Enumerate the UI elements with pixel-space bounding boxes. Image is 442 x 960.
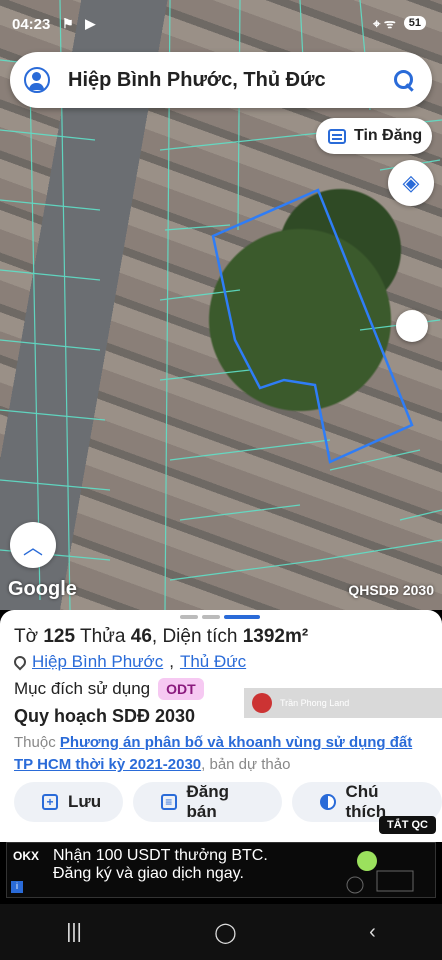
close-ad-button[interactable]: TẮT QC	[379, 816, 436, 834]
purpose-badge: ODT	[158, 678, 204, 700]
notification-icons: ⚑ ▶	[62, 16, 100, 31]
ad-graphic	[346, 851, 414, 894]
ad-line-2: Đăng ký và giao dịch ngay.	[53, 865, 244, 882]
wifi-location-icon: ⌖ ᯤ	[372, 16, 396, 31]
system-nav-bar: ||| ◯ ‹	[0, 904, 442, 960]
tin-dang-button[interactable]: Tin Đăng	[316, 118, 432, 154]
land-purpose: Mục đích sử dụng ODT	[14, 678, 204, 700]
parcel-summary: Tờ 125 Thửa 46, Diện tích 1392m²	[14, 626, 309, 647]
battery-icon: 51	[403, 16, 426, 30]
watermark: Trần Phong Land	[244, 688, 442, 718]
search-bar[interactable]: Hiệp Bình Phước, Thủ Đức	[10, 52, 432, 108]
search-icon[interactable]	[392, 68, 416, 92]
action-buttons: + Lưu ≡ Đăng bán Chú thích	[14, 782, 442, 822]
bookmark-add-icon: +	[42, 794, 58, 810]
sheet-handle[interactable]	[180, 615, 260, 619]
tin-dang-label: Tin Đăng	[354, 127, 423, 144]
watermark-avatar	[252, 693, 272, 713]
ad-line-1: Nhận 100 USDT thưởng BTC.	[53, 847, 268, 864]
plan-title: Quy hoạch SDĐ 2030	[14, 706, 196, 726]
ad-brand-logo: OKX	[13, 849, 40, 863]
plan-description: Thuộc Phương án phân bố và khoanh vùng s…	[14, 734, 413, 773]
ad-info-icon[interactable]: i	[11, 881, 23, 893]
account-icon[interactable]	[24, 67, 50, 93]
save-button[interactable]: + Lưu	[14, 782, 124, 822]
google-logo: Google	[8, 578, 77, 600]
back-button[interactable]: ‹	[369, 921, 376, 944]
layers-icon: ◈	[402, 170, 420, 195]
parcel-boundary	[211, 188, 414, 464]
listing-icon: ≡	[161, 794, 177, 810]
status-bar: 04:23 ⚑ ▶ ⌖ ᯤ 51	[0, 0, 442, 48]
listing-icon	[328, 128, 346, 144]
map-layer-label: QHSDĐ 2030	[348, 582, 434, 598]
parcel-info-sheet: Tờ 125 Thửa 46, Diện tích 1392m² Hiệp Bì…	[0, 610, 442, 842]
ad-banner[interactable]: OKX Nhận 100 USDT thưởng BTC. Đăng ký và…	[0, 842, 442, 904]
recents-button[interactable]: |||	[66, 921, 82, 944]
location-pin-icon	[11, 653, 29, 671]
home-button[interactable]: ◯	[214, 920, 236, 945]
chevron-up-icon: ︿	[23, 536, 43, 559]
parcel-address: Hiệp Bình Phước, Thủ Đức	[11, 652, 246, 672]
status-time: 04:23	[12, 16, 51, 33]
opacity-slider-handle[interactable]	[396, 310, 428, 342]
post-sale-button[interactable]: ≡ Đăng bán	[133, 782, 283, 822]
district-link[interactable]: Thủ Đức	[180, 652, 246, 672]
layers-button[interactable]: ◈	[388, 160, 434, 206]
status-right: ⌖ ᯤ 51	[373, 14, 426, 32]
contrast-icon	[320, 794, 336, 810]
expand-up-button[interactable]: ︿	[10, 522, 56, 568]
search-input[interactable]: Hiệp Bình Phước, Thủ Đức	[68, 69, 392, 92]
ward-link[interactable]: Hiệp Bình Phước	[32, 652, 163, 672]
